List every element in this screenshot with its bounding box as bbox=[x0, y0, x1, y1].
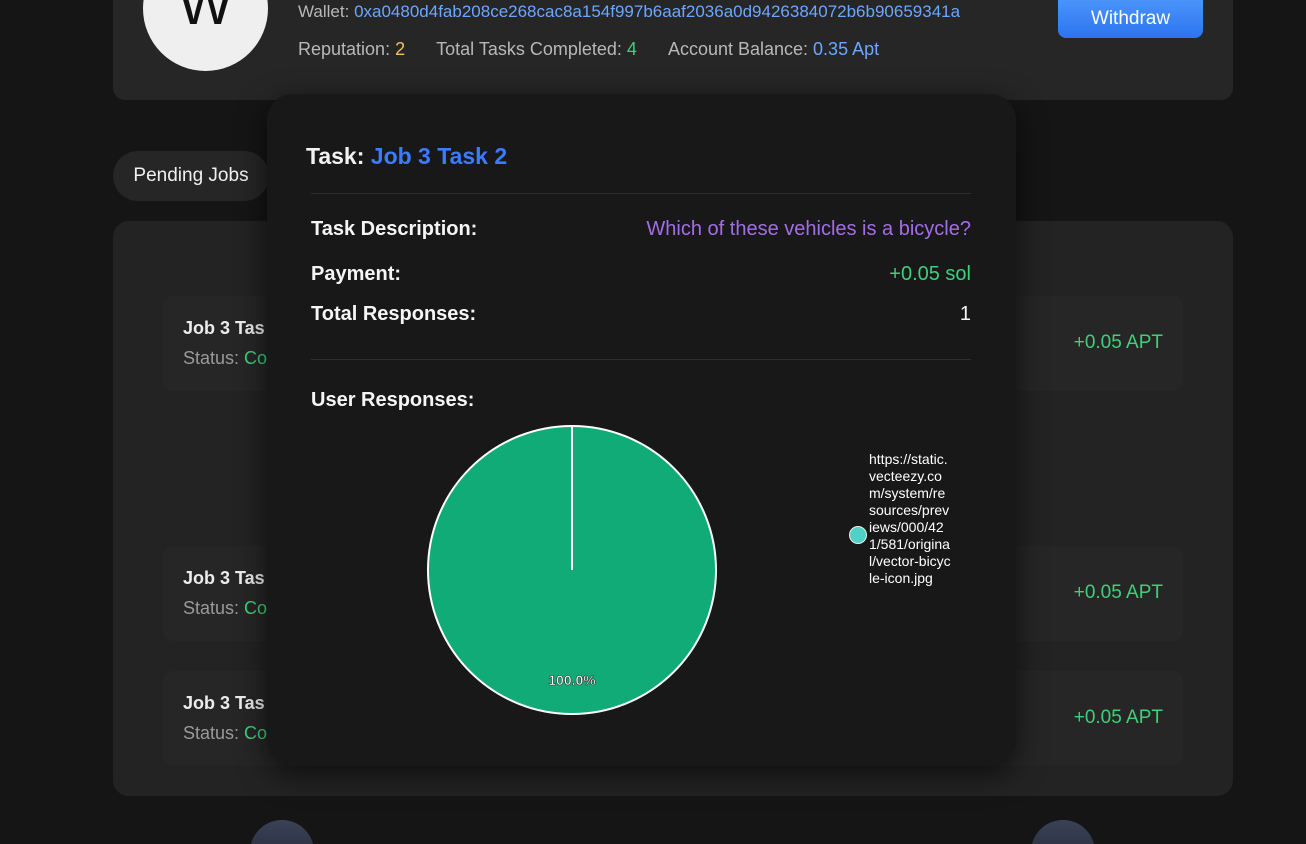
wallet-address: 0xa0480d4fab208ce268cac8a154f997b6aaf203… bbox=[354, 2, 961, 21]
modal-title: Task: Job 3 Task 2 bbox=[306, 143, 507, 170]
reputation-stat: Reputation: 2 bbox=[298, 39, 410, 59]
job-payment: +0.05 APT bbox=[1073, 582, 1163, 603]
account-balance-value: 0.35 Apt bbox=[813, 39, 880, 59]
job-payment: +0.05 APT bbox=[1073, 707, 1163, 728]
job-status: Status: Co bbox=[183, 598, 267, 619]
wallet-line: Wallet: 0xa0480d4fab208ce268cac8a154f997… bbox=[298, 2, 960, 22]
prev-page-button[interactable] bbox=[250, 820, 314, 844]
job-payment: +0.05 APT bbox=[1073, 332, 1163, 353]
tasks-completed-stat: Total Tasks Completed: 4 bbox=[436, 39, 642, 59]
withdraw-button[interactable]: Withdraw bbox=[1058, 0, 1203, 38]
task-description-value: Which of these vehicles is a bicycle? bbox=[646, 218, 971, 240]
pie-labels: 100.0% bbox=[548, 672, 597, 689]
job-status-value: Co bbox=[244, 598, 268, 618]
job-title: Job 3 Tas bbox=[183, 318, 265, 338]
job-status-value: Co bbox=[244, 723, 268, 743]
job-status-label: Status: bbox=[183, 348, 240, 368]
tab-pending-jobs[interactable]: Pending Jobs bbox=[113, 151, 269, 201]
job-status-value: Co bbox=[244, 348, 268, 368]
task-detail-modal: Task: Job 3 Task 2 Task Description: Whi… bbox=[267, 94, 1016, 766]
legend-entry: https://static.vecteezy.com/system/resou… bbox=[869, 451, 951, 586]
total-responses-label: Total Responses: bbox=[311, 303, 477, 325]
account-balance-label: Account Balance: bbox=[667, 39, 809, 59]
payment-label: Payment: bbox=[311, 263, 402, 285]
next-page-button[interactable] bbox=[1031, 820, 1095, 844]
stats-line: Reputation: 2 Total Tasks Completed: 4 A… bbox=[298, 39, 905, 60]
payment-value: +0.05 sol bbox=[889, 263, 971, 285]
pie-slices bbox=[427, 425, 717, 715]
task-prefix: Task: bbox=[306, 143, 365, 169]
job-status: Status: Co bbox=[183, 348, 267, 369]
page: W Wallet: 0xa0480d4fab208ce268cac8a154f9… bbox=[0, 0, 1306, 844]
job-status: Status: Co bbox=[183, 723, 267, 744]
wallet-label: Wallet: bbox=[298, 2, 350, 21]
total-responses-value: 1 bbox=[959, 303, 971, 325]
user-responses-label: User Responses: bbox=[311, 389, 475, 411]
divider bbox=[311, 193, 971, 194]
job-status-label: Status: bbox=[183, 598, 240, 618]
task-name: Job 3 Task 2 bbox=[370, 143, 508, 169]
account-balance-stat: Account Balance: 0.35 Apt bbox=[668, 39, 879, 59]
tasks-completed-label: Total Tasks Completed: bbox=[436, 39, 622, 59]
divider bbox=[311, 359, 971, 360]
tasks-completed-value: 4 bbox=[626, 39, 637, 59]
job-title: Job 3 Tas bbox=[183, 568, 265, 588]
reputation-label: Reputation: bbox=[298, 39, 391, 59]
task-description-label: Task Description: bbox=[311, 218, 478, 240]
job-status-label: Status: bbox=[183, 723, 240, 743]
legend-marker bbox=[849, 526, 867, 544]
pie-slice-label: 100.0% bbox=[548, 672, 596, 688]
reputation-value: 2 bbox=[395, 39, 406, 59]
job-title: Job 3 Tas bbox=[183, 693, 265, 713]
responses-pie-chart: 100.0% bbox=[427, 425, 717, 715]
